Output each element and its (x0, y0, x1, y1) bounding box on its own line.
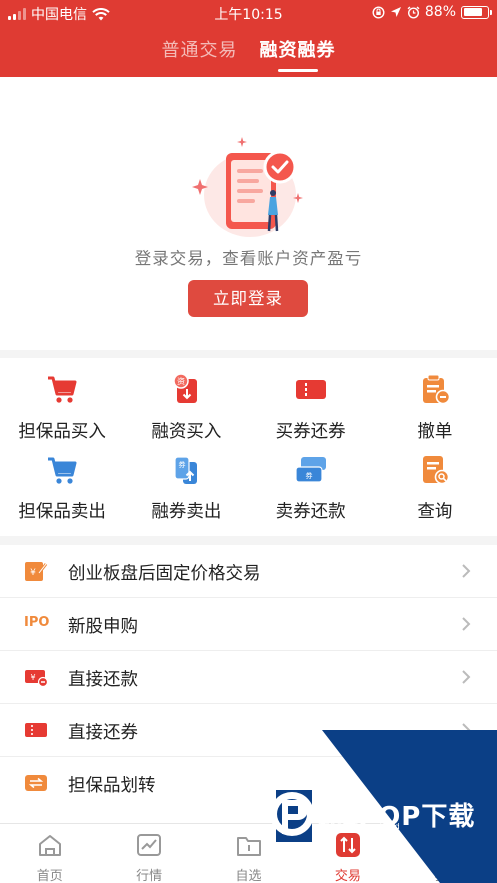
svg-text:¥: ¥ (30, 568, 36, 578)
grid-item-sell-repay[interactable]: 券 卖券还款 (249, 447, 373, 536)
nav-label: 我的 (434, 869, 461, 883)
list-label: 创业板盘后固定价格交易 (68, 564, 261, 584)
function-grid: 担保品买入 资 融资买入 买券还券 撤单 担保品卖出 券 融券卖出 券 卖券还款… (0, 358, 497, 536)
securities-sell-icon: 券 (174, 456, 198, 484)
login-illustration-icon (192, 137, 303, 237)
ticket-icon (295, 380, 326, 399)
chevron-right-icon (462, 670, 471, 684)
chart-icon (137, 834, 162, 856)
edit-price-icon: ¥ (25, 562, 48, 581)
svg-text:¥: ¥ (30, 673, 35, 682)
list-item-direct-return-securities[interactable]: 直接还券 (0, 704, 497, 757)
grid-item-cancel-order[interactable]: 撤单 (373, 358, 497, 447)
finance-buy-icon: 资 (173, 373, 198, 403)
grid-label: 担保品买入 (18, 422, 106, 442)
header: 中国电信 上午10:15 88% 普通交易 融资融券 (0, 0, 497, 77)
grid-label: 卖券还款 (275, 502, 346, 522)
location-icon (390, 7, 401, 17)
grid-item-margin-buy[interactable]: 资 融资买入 (124, 358, 248, 447)
list-label: 新股申购 (68, 617, 138, 637)
grid-label: 撤单 (417, 422, 453, 442)
trade-tabs: 普通交易 融资融券 (0, 36, 497, 76)
alarm-icon (407, 5, 420, 19)
grid-item-short-sell[interactable]: 券 融券卖出 (124, 447, 248, 536)
grid-label: 查询 (417, 502, 453, 522)
nav-trade[interactable]: 交易 (298, 824, 397, 883)
grid-item-collateral-buy[interactable]: 担保品买入 (0, 358, 124, 447)
list-item-chinext-fixed-price[interactable]: ¥ 创业板盘后固定价格交易 (0, 545, 497, 598)
nav-label: 行情 (136, 869, 163, 883)
transfer-icon (25, 775, 47, 791)
grid-item-collateral-sell[interactable]: 担保品卖出 (0, 447, 124, 536)
tab-margin-trade[interactable]: 融资融券 (260, 36, 336, 72)
list-label: 担保品划转 (68, 776, 156, 796)
ipo-icon: IPO (24, 615, 50, 630)
login-prompt: 登录交易，查看账户资产盈亏 (134, 249, 363, 268)
nav-home[interactable]: 首页 (0, 824, 99, 883)
svg-text:券: 券 (305, 471, 312, 480)
battery-percent: 88% (424, 4, 456, 20)
cart-icon (48, 457, 77, 484)
bottom-nav: 首页 行情 自选 交易 我的 (0, 823, 497, 883)
chevron-right-icon (462, 617, 471, 631)
nav-mine[interactable]: 我的 (398, 824, 497, 883)
nav-label: 交易 (334, 869, 361, 883)
chevron-right-icon (462, 723, 471, 737)
tab-normal-trade[interactable]: 普通交易 (162, 36, 238, 72)
cart-icon (48, 376, 77, 403)
grid-label: 融资买入 (151, 422, 222, 442)
battery-icon (461, 5, 492, 19)
nav-label: 自选 (235, 869, 262, 883)
tickets-icon: 券 (295, 457, 326, 483)
grid-label: 担保品卖出 (18, 502, 106, 522)
ticket-icon (25, 723, 47, 737)
document-search-icon (422, 456, 450, 485)
grid-item-buy-return-securities[interactable]: 买券还券 (249, 358, 373, 447)
list-label: 直接还款 (68, 670, 138, 690)
chevron-right-icon (462, 564, 471, 578)
list-item-ipo-subscription[interactable]: IPO 新股申购 (0, 598, 497, 651)
nav-label: 首页 (36, 869, 63, 883)
grid-item-query[interactable]: 查询 (373, 447, 497, 536)
user-icon (436, 835, 459, 857)
grid-label: 融券卖出 (151, 502, 222, 522)
rotation-lock-icon (372, 5, 385, 19)
list-item-direct-repay[interactable]: ¥ 直接还款 (0, 651, 497, 704)
clipboard-cancel-icon (422, 374, 451, 405)
home-icon (38, 835, 61, 856)
repay-icon: ¥ (25, 670, 48, 688)
list-label: 直接还券 (68, 723, 138, 743)
folder-icon (236, 837, 261, 856)
login-card: 登录交易，查看账户资产盈亏 立即登录 (0, 77, 497, 350)
grid-label: 买券还券 (275, 422, 346, 442)
svg-text:资: 资 (177, 376, 185, 386)
list-item-collateral-transfer[interactable]: 担保品划转 (0, 757, 497, 810)
trade-icon (335, 833, 360, 857)
nav-market[interactable]: 行情 (99, 824, 198, 883)
login-button[interactable]: 立即登录 (188, 280, 308, 317)
svg-text:券: 券 (179, 460, 186, 469)
function-list: ¥ 创业板盘后固定价格交易 IPO 新股申购 ¥ 直接还款 直接还券 担保品划转 (0, 545, 497, 825)
status-bar: 中国电信 上午10:15 88% (0, 0, 497, 26)
nav-watchlist[interactable]: 自选 (199, 824, 298, 883)
